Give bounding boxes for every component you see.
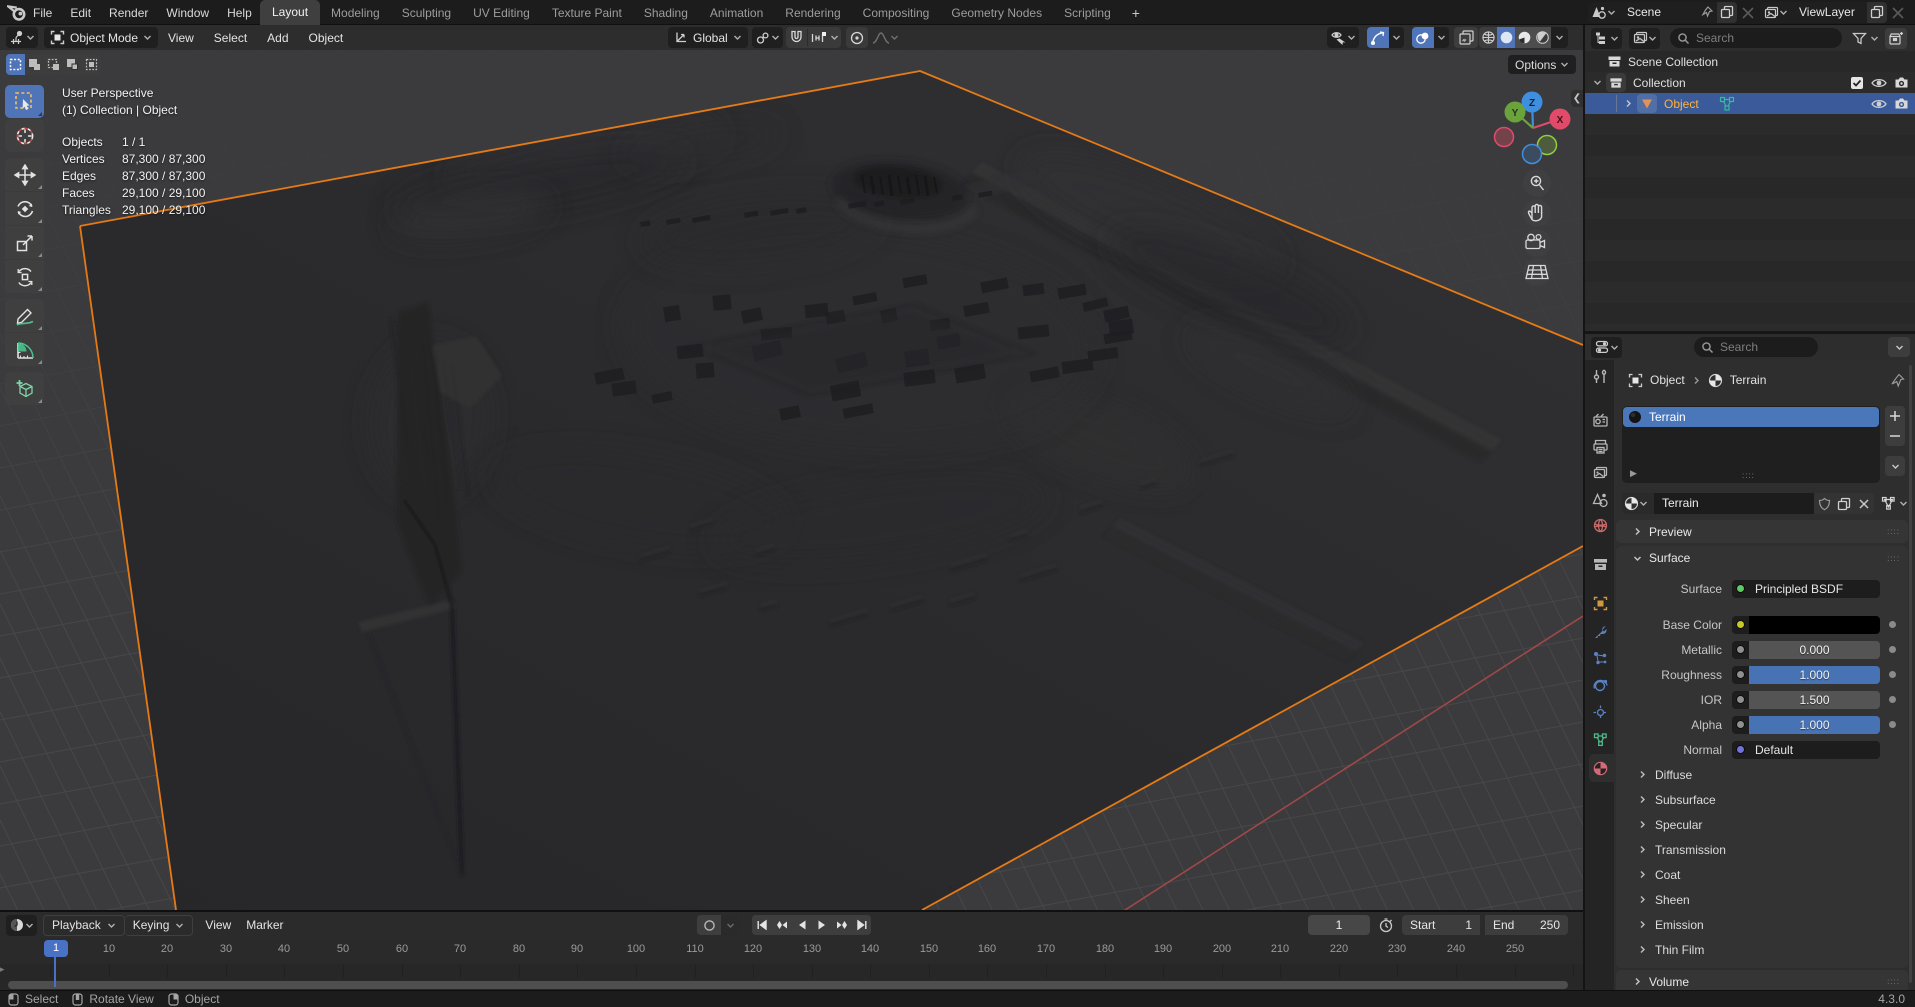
svg-text:X: X bbox=[1557, 115, 1564, 126]
svg-text:Y: Y bbox=[1512, 108, 1519, 119]
svg-text:Z: Z bbox=[1529, 98, 1535, 109]
